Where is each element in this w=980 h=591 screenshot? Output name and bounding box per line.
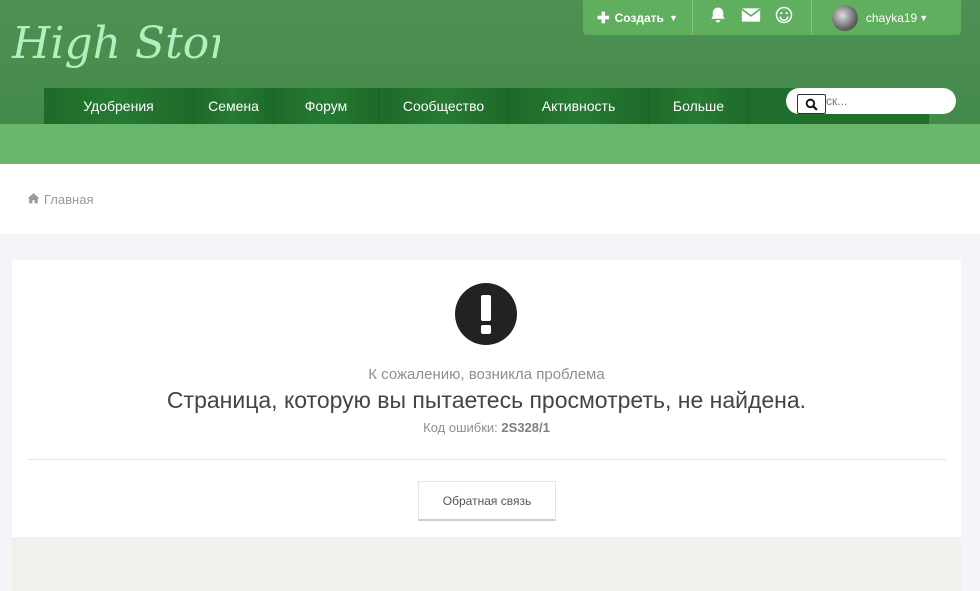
create-label: Создать (614, 10, 664, 25)
search-icon (805, 98, 818, 111)
search-box (786, 88, 956, 114)
nav-item-label: Форум (304, 98, 348, 114)
breadcrumb-home-link[interactable]: Главная (44, 192, 93, 207)
avatar (831, 4, 858, 31)
error-code-value: 2S328/1 (501, 420, 550, 435)
error-message: Страница, которую вы пытаетесь просмотре… (166, 387, 807, 413)
nav-item-label: Сообщество (402, 98, 485, 114)
nav-item-forum[interactable]: Форум (274, 88, 379, 124)
bell-icon[interactable] (709, 6, 727, 29)
envelope-icon[interactable] (741, 7, 761, 28)
error-subtitle: К сожалению, возникла проблема (368, 366, 605, 383)
username: chayka19 (865, 10, 918, 25)
accent-bar (0, 124, 980, 164)
error-panel: К сожалению, возникла проблема Страница,… (12, 260, 961, 537)
exclamation-icon (455, 283, 517, 345)
site-header: High Stone ✚ Создать ▼ chayka19 ▼ Удобре… (0, 0, 980, 124)
divider (28, 459, 946, 460)
chevron-down-icon: ▼ (919, 12, 929, 23)
smiley-icon[interactable] (775, 6, 793, 29)
user-bar: ✚ Создать ▼ chayka19 ▼ (583, 0, 961, 35)
feedback-button[interactable]: Обратная связь (418, 481, 556, 521)
nav-item-seeds[interactable]: Семена (194, 88, 274, 124)
nav-item-activity[interactable]: Активность (509, 88, 649, 124)
create-button[interactable]: ✚ Создать ▼ (583, 0, 693, 35)
nav-item-label: Больше (672, 98, 725, 114)
search-button[interactable] (797, 94, 826, 114)
nav-item-more[interactable]: Больше (649, 88, 749, 124)
chevron-down-icon: ▼ (668, 12, 678, 23)
home-icon (27, 192, 40, 207)
site-logo[interactable]: High Stone (10, 0, 220, 90)
notification-icons (693, 0, 812, 35)
breadcrumb: Главная (0, 164, 980, 234)
nav-item-community[interactable]: Сообщество (379, 88, 509, 124)
content-footer-band (12, 537, 961, 591)
nav-item-label: Семена (208, 98, 259, 114)
plus-icon: ✚ (597, 9, 610, 27)
error-code: Код ошибки: 2S328/1 (12, 420, 961, 435)
nav-item-fertilizers[interactable]: Удобрения (44, 88, 194, 124)
error-code-label: Код ошибки: (423, 420, 498, 435)
nav-item-label: Активность (541, 98, 616, 114)
user-menu[interactable]: chayka19 ▼ (812, 0, 928, 35)
nav-item-label: Удобрения (83, 98, 154, 114)
logo-text: High Stone (11, 18, 220, 69)
